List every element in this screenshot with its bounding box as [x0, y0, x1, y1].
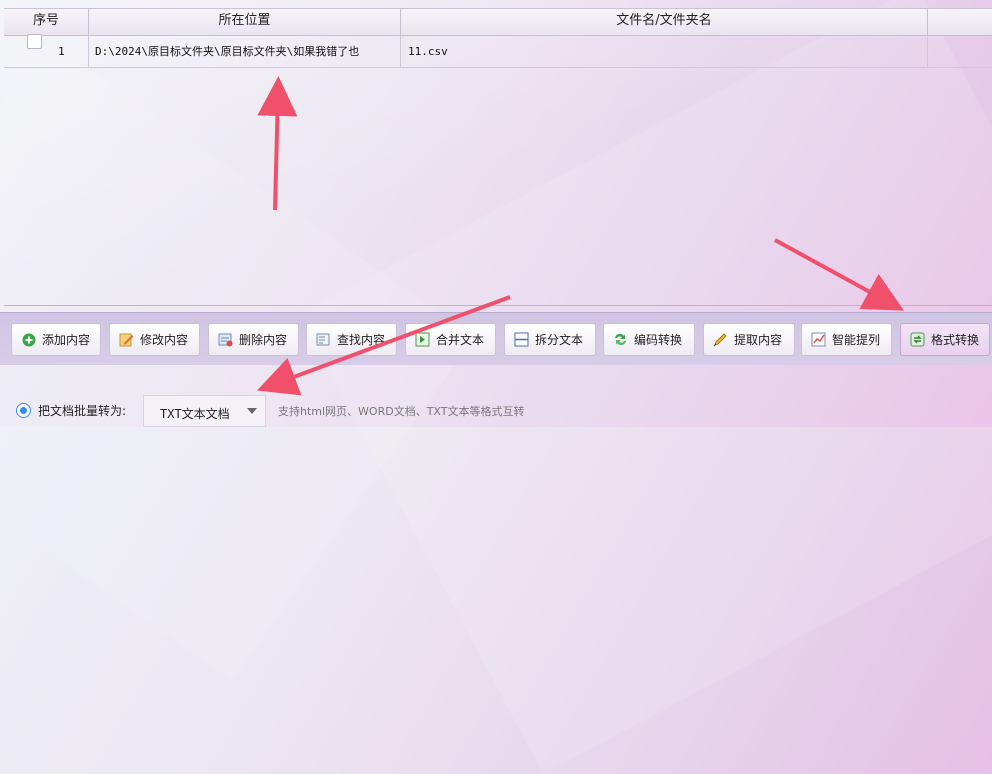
format-select-value: TXT文本文档: [160, 407, 230, 421]
convert-radio-label[interactable]: 把文档批量转为:: [38, 402, 126, 419]
row-checkbox[interactable]: [27, 34, 42, 49]
merge-icon: [415, 332, 430, 347]
location-cell: D:\2024\原目标文件夹\原目标文件夹\如果我错了也: [89, 36, 401, 67]
row-filename: 11.csv: [408, 45, 448, 58]
table-header: 序号 所在位置 文件名/文件夹名: [4, 9, 992, 36]
button-label: 添加内容: [42, 333, 91, 347]
filename-cell: 11.csv: [401, 36, 928, 67]
table-row[interactable]: 1 D:\2024\原目标文件夹\原目标文件夹\如果我错了也 11.csv: [4, 36, 992, 68]
split-text-button[interactable]: 拆分文本: [504, 323, 596, 356]
index-cell: 1: [4, 36, 89, 67]
edit-icon: [119, 332, 134, 347]
button-label: 编码转换: [634, 333, 683, 347]
button-label: 格式转换: [931, 333, 980, 347]
format-select[interactable]: TXT文本文档: [143, 395, 266, 427]
smart-extract-button[interactable]: 智能提列: [801, 323, 892, 356]
extract-content-button[interactable]: 提取内容: [703, 323, 795, 356]
split-icon: [514, 332, 529, 347]
format-hint: 支持html网页、WORD文档、TXT文本等格式互转: [278, 405, 525, 418]
encoding-convert-button[interactable]: 编码转换: [603, 323, 695, 356]
edit-content-button[interactable]: 修改内容: [109, 323, 200, 356]
column-header-extra: [928, 9, 992, 35]
button-label: 拆分文本: [535, 333, 584, 347]
convert-radio[interactable]: [16, 403, 31, 418]
button-label: 修改内容: [140, 333, 189, 347]
extra-cell: [928, 36, 992, 67]
delete-content-button[interactable]: 删除内容: [208, 323, 299, 356]
delete-icon: [218, 332, 233, 347]
extract-icon: [713, 332, 728, 347]
toolbar: 添加内容 修改内容 删除内容 查找内容 合并文本 拆分文本 编码转换 提取内容 …: [0, 312, 992, 365]
plus-circle-icon: [21, 332, 36, 347]
find-icon: [316, 332, 331, 347]
add-content-button[interactable]: 添加内容: [11, 323, 101, 356]
chevron-down-icon: [247, 408, 257, 414]
column-header-index[interactable]: 序号: [4, 9, 89, 35]
button-label: 删除内容: [239, 333, 288, 347]
find-content-button[interactable]: 查找内容: [306, 323, 397, 356]
convert-icon: [910, 332, 925, 347]
merge-text-button[interactable]: 合并文本: [405, 323, 496, 356]
button-label: 查找内容: [337, 333, 386, 347]
row-location: D:\2024\原目标文件夹\原目标文件夹\如果我错了也: [95, 45, 360, 58]
convert-options: 把文档批量转为: TXT文本文档 支持html网页、WORD文档、TXT文本等格…: [0, 390, 992, 427]
encoding-icon: [613, 332, 628, 347]
format-convert-button[interactable]: 格式转换: [900, 323, 990, 356]
file-table: 序号 所在位置 文件名/文件夹名 1 D:\2024\原目标文件夹\原目标文件夹…: [4, 8, 992, 306]
row-index: 1: [58, 45, 65, 58]
chart-icon: [811, 332, 826, 347]
column-header-filename[interactable]: 文件名/文件夹名: [401, 9, 928, 35]
button-label: 合并文本: [436, 333, 485, 347]
button-label: 智能提列: [832, 333, 881, 347]
column-header-location[interactable]: 所在位置: [89, 9, 401, 35]
button-label: 提取内容: [734, 333, 783, 347]
